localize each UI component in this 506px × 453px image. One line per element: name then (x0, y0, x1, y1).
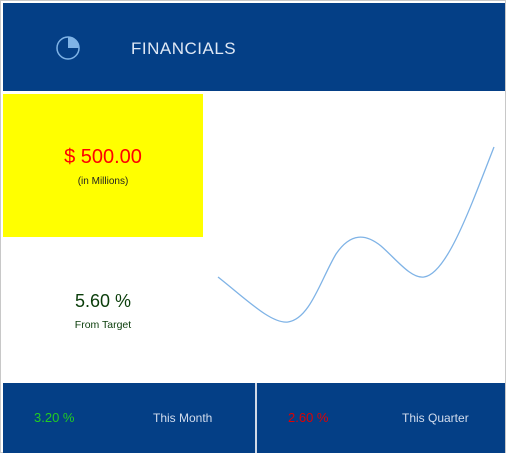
dashboard-card: FINANCIALS $ 500.00 (in Millions) 5.60 %… (0, 0, 506, 453)
sparkline-line (217, 146, 495, 323)
revenue-value: $ 500.00 (64, 146, 142, 168)
header-bar: FINANCIALS (3, 3, 505, 91)
revenue-unit: (in Millions) (77, 176, 129, 187)
target-summary: 5.60 % From Target (3, 281, 203, 341)
trend-sparkline (217, 146, 495, 323)
page-title: FINANCIALS (131, 39, 237, 58)
quarter-label: This Quarter (402, 411, 469, 425)
footer-bar: 3.20 % This Month 2.60 % This Quarter (3, 383, 505, 453)
month-value: 3.20 % (34, 410, 75, 425)
quarter-value: 2.60 % (288, 410, 329, 425)
month-label: This Month (153, 411, 213, 425)
footer-divider (255, 383, 257, 453)
pie-chart-icon (55, 35, 81, 61)
target-percent: 5.60 % (74, 291, 132, 311)
target-label: From Target (74, 319, 132, 331)
revenue-kpi-panel: $ 500.00 (in Millions) (3, 94, 203, 237)
